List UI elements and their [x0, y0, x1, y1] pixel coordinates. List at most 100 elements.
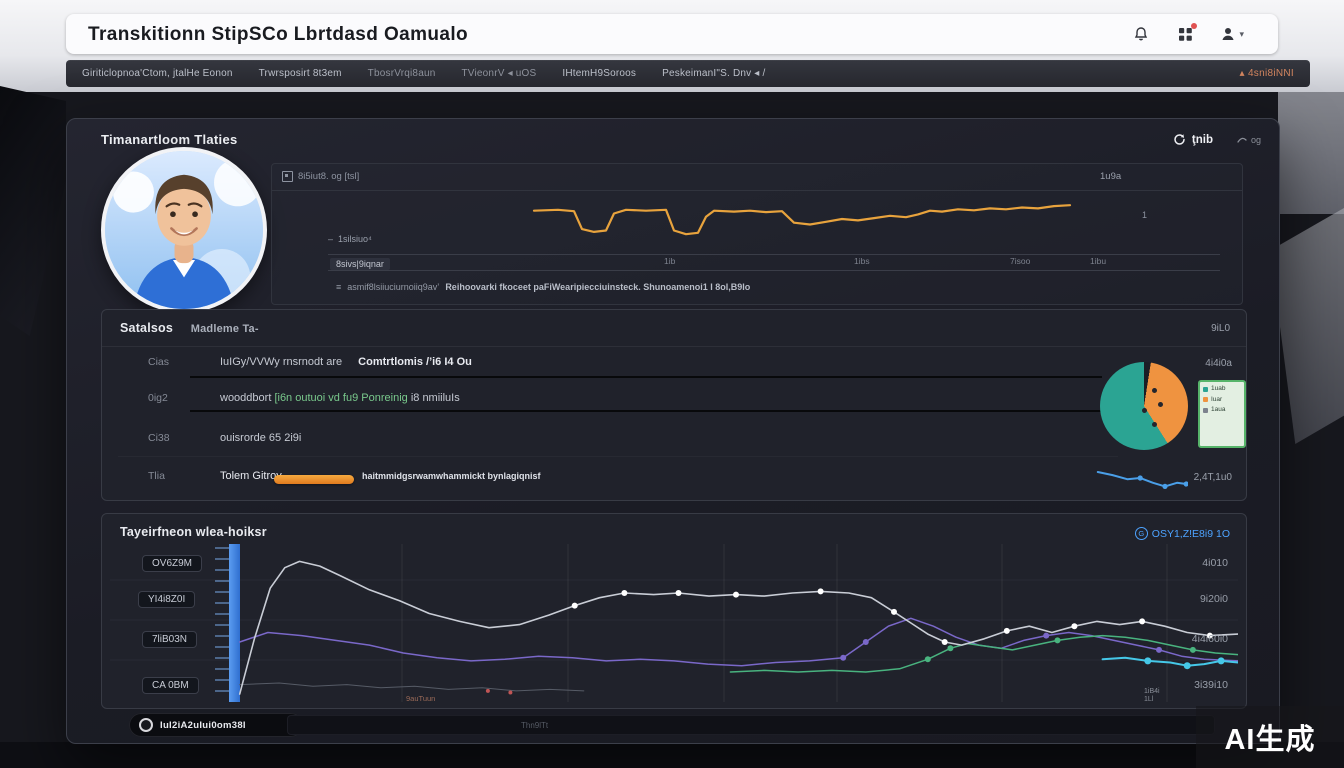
main-nav: Giriticlopnoa'Ctom, jtalHe Eonon Trwrspo… — [66, 60, 1310, 87]
y-value-1: 4i010 — [1202, 557, 1228, 569]
gray-swatch-icon — [1203, 408, 1208, 413]
y-label-button-1[interactable]: OV6Z9M — [142, 555, 202, 572]
nav-item-3[interactable]: TbosrVrqi8aun — [368, 68, 436, 79]
trend-link[interactable]: G OSY1,Z!E8i9 1O — [1135, 527, 1230, 540]
apps-grid-icon[interactable] — [1176, 25, 1194, 43]
pie-legend: 1uab Iuar 1aua — [1198, 380, 1246, 448]
row2-text-end: i8 nmiiluIs — [408, 392, 460, 404]
table-row[interactable]: IuIGy/VVWy rnsrnodt are Comtrtlomis /’i6 … — [220, 356, 472, 368]
footer-bar-note: Thn9lTt — [521, 721, 548, 730]
table-title-main: Satalsos — [120, 321, 173, 335]
table-row[interactable]: ouisrorde 65 2i9i — [220, 432, 301, 444]
notification-badge — [1191, 23, 1197, 29]
x-tick-4: 1ibu — [1090, 256, 1106, 266]
header-actions: ▾ — [1132, 14, 1244, 54]
row1-text: IuIGy/VVWy rnsrnodt are — [220, 356, 342, 368]
divider — [102, 346, 1246, 347]
nav-item-6[interactable]: PeskeimanI"S. Dnv ◂ / — [662, 68, 765, 79]
caption-menu-icon: ≡ — [336, 282, 341, 292]
trend-corner-values: 1iB4i 1Ll — [1144, 688, 1160, 705]
row-key-1: Cias — [148, 356, 169, 368]
bg-shape-left — [0, 86, 66, 336]
legend-item: 1aua — [1203, 407, 1241, 414]
overview-filter-chip[interactable]: 8i5iut8. og [tsl] — [282, 171, 359, 182]
pie-dot — [1158, 402, 1163, 407]
row4-value: 2,4T,1u0 — [1194, 472, 1232, 483]
table-row[interactable]: wooddbort [i6n outuoi vd fu9 Ponreinig i… — [220, 392, 460, 404]
overview-legend-secondary[interactable]: 8sivs|9iqnar — [330, 258, 390, 270]
user-icon — [1220, 26, 1236, 42]
row1-value: 4i4i0a — [1205, 358, 1232, 369]
axis-line — [328, 270, 1220, 271]
row4-text: Tolem Gitroy — [220, 470, 282, 482]
teal-swatch-icon — [1203, 387, 1208, 392]
app-title: Transkitionn StipSCo Lbrtdasd Oamualo — [88, 24, 468, 46]
legend-item: 1uab — [1203, 386, 1241, 393]
row-key-4: Tlia — [148, 470, 165, 482]
legend-label: 1uab — [1211, 386, 1225, 393]
chevron-down-icon: ▾ — [1239, 29, 1244, 40]
progress-bar-orange — [274, 475, 354, 484]
divider — [118, 456, 1118, 457]
profile-avatar[interactable] — [101, 147, 267, 313]
pie-dot — [1152, 422, 1157, 427]
bg-bottom-band — [0, 742, 1344, 768]
footer-scrollbar[interactable]: Thn9lTt — [287, 715, 1215, 735]
legend-label: 1aua — [1211, 407, 1225, 414]
corner-value-b: 1Ll — [1144, 696, 1160, 704]
nav-item-4[interactable]: TVieonrV ◂ uOS — [461, 68, 536, 79]
row2-link-text[interactable]: [i6n outuoi vd fu9 Ponreinig — [274, 392, 407, 404]
bg-shape-right-upper — [1278, 92, 1344, 214]
overview-line-chart — [286, 196, 1086, 242]
nav-item-1[interactable]: Giriticlopnoa'Ctom, jtalHe Eonon — [82, 68, 233, 79]
legend-primary-label: 1silsiuo⁴ — [338, 234, 372, 244]
record-dot-icon — [139, 718, 153, 732]
trend-link-text: OSY1,Z!E8i9 1O — [1152, 528, 1230, 540]
pie-dot — [1152, 388, 1157, 393]
mode-toggle[interactable]: og — [1237, 135, 1261, 145]
ai-watermark: AI生成 — [1196, 706, 1344, 768]
separator-strong — [190, 410, 1102, 412]
overview-chart-panel: 8i5iut8. og [tsl] 1u9a 1 – 1silsiuo⁴ 1ib… — [271, 163, 1243, 305]
pie-dot — [1142, 408, 1147, 413]
row2-text: wooddbort — [220, 392, 274, 404]
footer-status-pill[interactable]: IuI2iA2uIui0om38I — [129, 713, 303, 737]
x-tick-1: 1ib — [664, 256, 675, 266]
overview-tag-label: 8i5iut8. og [tsl] — [298, 171, 359, 182]
app-header: Transkitionn StipSCo Lbrtdasd Oamualo ▾ — [66, 14, 1278, 54]
table-row[interactable]: Tolem Gitroy — [220, 470, 282, 482]
table-title: Satalsos Madleme Ta- — [120, 321, 259, 335]
refresh-label: ţnib — [1192, 134, 1213, 146]
y-label-button-2[interactable]: YI4i8Z0I — [138, 591, 195, 608]
overview-legend-primary: – 1silsiuo⁴ — [328, 234, 372, 244]
refresh-button[interactable]: ţnib — [1173, 133, 1213, 146]
y-label-button-3[interactable]: 7liB03N — [142, 631, 197, 648]
trend-title: Tayeirfneon wlea-hoiksr — [120, 525, 267, 539]
mode-label: og — [1251, 135, 1261, 145]
bell-icon[interactable] — [1132, 25, 1150, 43]
legend-item: Iuar — [1203, 397, 1241, 404]
overview-top-value: 1u9a — [1100, 171, 1121, 182]
user-menu[interactable]: ▾ — [1220, 25, 1244, 43]
y-value-4: 3i39i10 — [1194, 679, 1228, 691]
trend-line-chart — [110, 544, 1238, 702]
refresh-icon — [1173, 133, 1186, 146]
nav-item-5[interactable]: IHtemH9Soroos — [562, 68, 636, 79]
row-key-3: Ci38 — [148, 432, 170, 444]
mode-icon — [1237, 135, 1247, 145]
y-label-button-4[interactable]: CA 0BM — [142, 677, 199, 694]
pie-chart — [1100, 362, 1188, 450]
divider — [272, 190, 1242, 191]
x-tick-2: 1ibs — [854, 256, 870, 266]
legend-label: Iuar — [1211, 397, 1222, 404]
histogram-bar — [229, 544, 240, 702]
panel-title: Timanartloom Tlaties — [101, 132, 238, 147]
row1-text-bold: Comtrtlomis /’i6 I4 Ou — [358, 356, 472, 368]
nav-item-2[interactable]: Trwrsposirt 8t3em — [259, 68, 342, 79]
x-tick-3: 7isoo — [1010, 256, 1030, 266]
row-key-2: 0ig2 — [148, 392, 168, 404]
tag-box-icon — [282, 171, 293, 182]
corner-value-a: 1iB4i — [1144, 688, 1160, 696]
separator-strong — [190, 376, 1102, 378]
nav-alert-badge[interactable]: ▴ 4sni8iNNI — [1240, 68, 1294, 79]
